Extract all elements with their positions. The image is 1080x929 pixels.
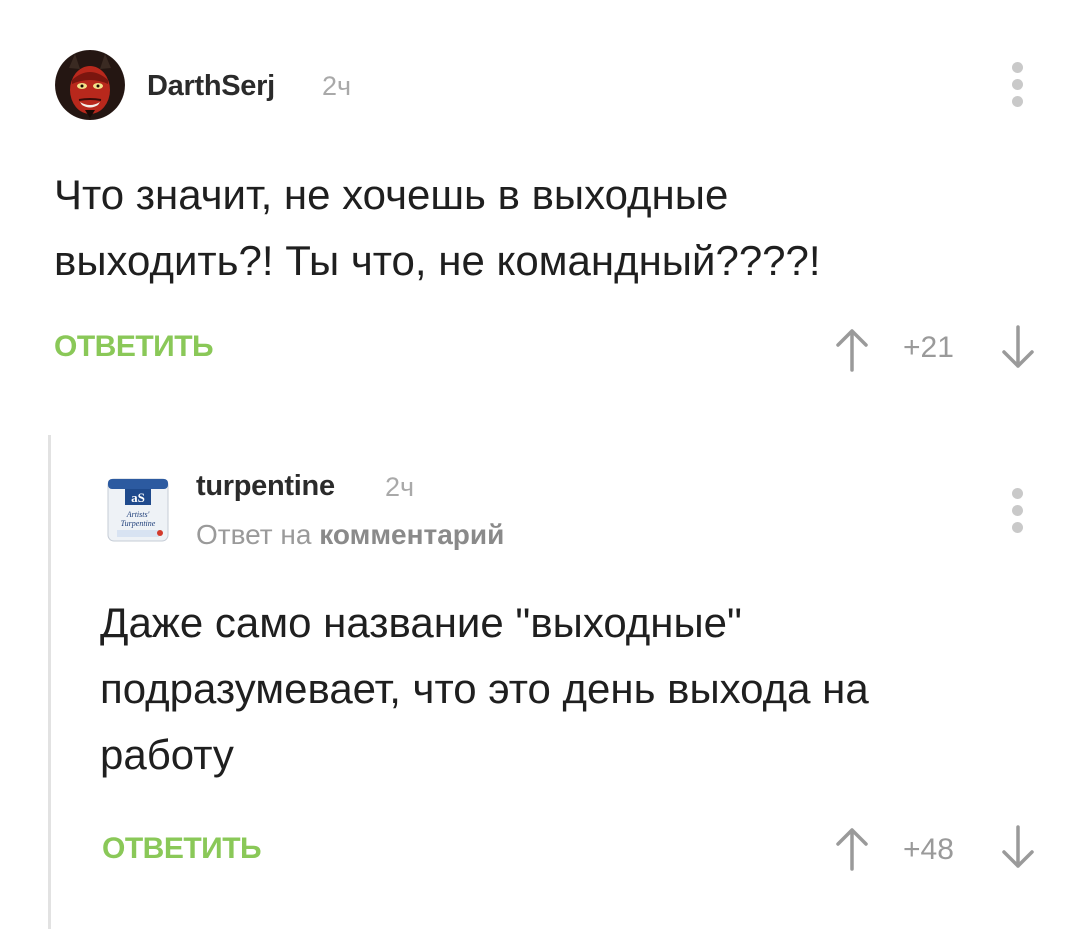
dot-icon <box>1011 505 1023 516</box>
arrow-up-icon <box>836 329 868 372</box>
turpentine-can-avatar-icon: aS Artists' Turpentine <box>107 478 169 542</box>
reply-to-link[interactable]: комментарий <box>319 519 504 550</box>
score: +21 <box>903 331 954 364</box>
comment: DarthSerj 2ч Что значит, не хочешь в вых… <box>0 0 1080 410</box>
upvote-button[interactable] <box>832 824 872 874</box>
avatar[interactable] <box>55 50 125 120</box>
dot-icon <box>1011 62 1023 73</box>
reply-button[interactable]: ОТВЕТИТЬ <box>54 330 214 364</box>
arrow-down-icon <box>1002 825 1034 868</box>
score: +48 <box>903 833 954 866</box>
author-name[interactable]: DarthSerj <box>147 70 275 103</box>
comment-text: Что значит, не хочешь в выходные выходит… <box>54 171 821 284</box>
arrow-down-icon <box>1002 325 1034 368</box>
reply-to-prefix: Ответ на <box>196 519 312 550</box>
reply-to-line: Ответ на комментарий <box>196 519 504 551</box>
more-options-button[interactable] <box>1010 488 1024 538</box>
avatar[interactable]: aS Artists' Turpentine <box>103 475 173 545</box>
dot-icon <box>1011 96 1023 107</box>
dot-icon <box>1011 522 1023 533</box>
dot-icon <box>1011 79 1023 90</box>
can-label-line1: Artists' <box>126 510 150 519</box>
more-options-button[interactable] <box>1010 62 1024 112</box>
downvote-button[interactable] <box>998 322 1038 372</box>
timestamp: 2ч <box>385 472 415 502</box>
can-label-line2: Turpentine <box>121 519 156 528</box>
dot-icon <box>1011 488 1023 499</box>
arrow-up-icon <box>836 828 868 871</box>
comment: aS Artists' Turpentine turpentine 2ч Отв… <box>0 430 1080 929</box>
devil-face-avatar-icon <box>55 50 125 120</box>
brand-mark: aS <box>131 490 145 505</box>
reply-button[interactable]: ОТВЕТИТЬ <box>102 832 262 866</box>
timestamp: 2ч <box>322 71 352 101</box>
upvote-button[interactable] <box>832 325 872 375</box>
author-name[interactable]: turpentine <box>196 470 335 503</box>
comment-text: Даже само название "выходные" подразумев… <box>100 599 869 778</box>
downvote-button[interactable] <box>998 822 1038 872</box>
